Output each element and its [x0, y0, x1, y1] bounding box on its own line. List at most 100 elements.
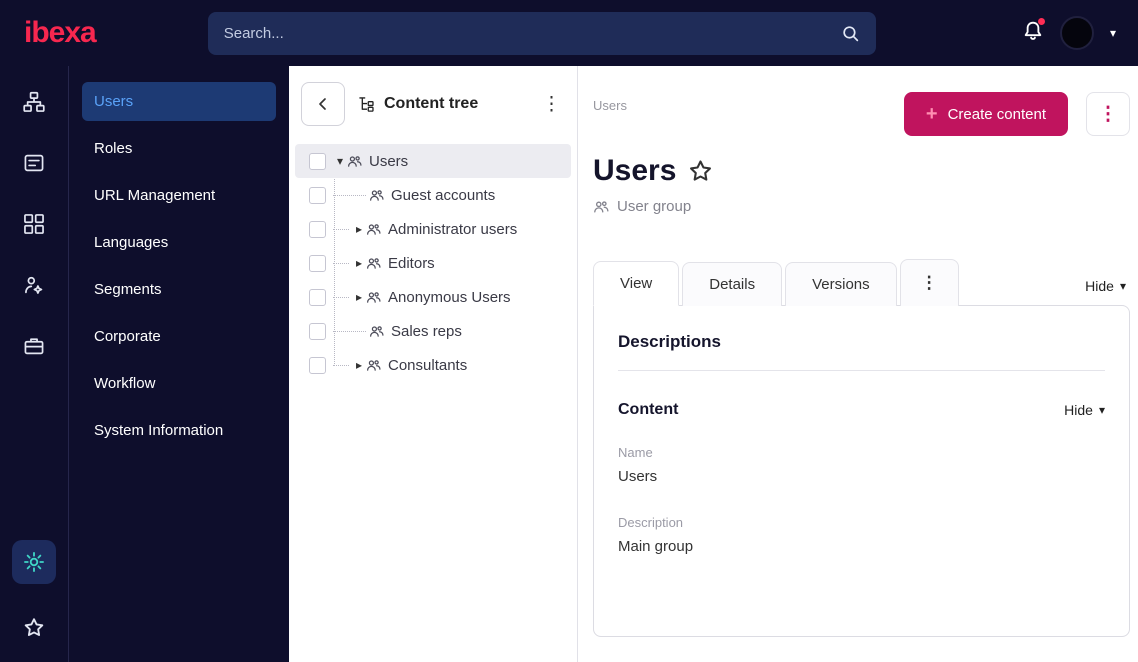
tree-item-label[interactable]: Anonymous Users: [388, 289, 511, 306]
tree-connector: [333, 194, 366, 196]
hide-tabs-link[interactable]: Hide ▾: [1085, 278, 1130, 306]
tree-item-anonymous-users[interactable]: ▸ Anonymous Users: [295, 280, 571, 314]
hide-label: Hide: [1085, 278, 1114, 294]
checkbox[interactable]: [309, 322, 326, 340]
breadcrumb[interactable]: Users: [593, 92, 627, 113]
caret-down-icon[interactable]: ▾: [333, 154, 347, 168]
sidebar-item-workflow[interactable]: Workflow: [82, 364, 276, 403]
content-tree-list: ▾ Users Guest accounts ▸ Administrator u…: [289, 144, 577, 382]
caret-right-icon[interactable]: ▸: [352, 290, 366, 304]
tree-item-label[interactable]: Editors: [388, 255, 435, 272]
user-group-icon: [366, 290, 381, 305]
checkbox[interactable]: [309, 254, 326, 272]
personalization-icon[interactable]: [12, 263, 56, 307]
caret-down-icon: ▾: [1119, 279, 1126, 293]
tab-versions[interactable]: Versions: [785, 262, 897, 306]
field-description: Description Main group: [618, 515, 1105, 555]
main-header: Users + Create content ⋮: [593, 92, 1130, 136]
tree-connector: [333, 296, 349, 298]
toolbox-icon[interactable]: [12, 324, 56, 368]
tree-icon: [359, 96, 376, 113]
tree-item-label[interactable]: Users: [369, 153, 408, 170]
title-row: Users: [593, 154, 1130, 188]
checkbox[interactable]: [309, 220, 326, 238]
chevron-left-icon: [314, 95, 332, 113]
icon-rail: [0, 66, 69, 662]
sidebar-item-roles[interactable]: Roles: [82, 129, 276, 168]
checkbox[interactable]: [309, 186, 326, 204]
content-type-subtitle: User group: [593, 198, 1130, 215]
caret-right-icon[interactable]: ▸: [352, 256, 366, 270]
user-group-icon: [347, 154, 362, 169]
search-icon[interactable]: [841, 24, 860, 43]
settings-gear-icon[interactable]: [12, 540, 56, 584]
tree-item-label[interactable]: Consultants: [388, 357, 467, 374]
user-group-icon: [366, 222, 381, 237]
sidebar-item-system-information[interactable]: System Information: [82, 411, 276, 450]
user-avatar[interactable]: [1059, 16, 1094, 50]
blocks-icon[interactable]: [12, 202, 56, 246]
content-tree-title: Content tree: [359, 95, 478, 113]
sidebar-item-users[interactable]: Users: [82, 82, 276, 121]
tree-connector: [333, 330, 366, 332]
plus-icon: +: [925, 103, 938, 125]
top-bar: ibexa ▾: [0, 0, 1138, 66]
ibexa-logo[interactable]: ibexa: [24, 16, 97, 50]
hide-section-link[interactable]: Hide ▾: [1064, 402, 1105, 418]
content-structure-icon[interactable]: [12, 80, 56, 124]
caret-right-icon[interactable]: ▸: [352, 358, 366, 372]
caret-right-icon[interactable]: ▸: [352, 222, 366, 236]
header-actions: + Create content ⋮: [903, 92, 1130, 136]
hide-label: Hide: [1064, 402, 1093, 418]
favorite-star-icon[interactable]: [688, 159, 713, 184]
sidebar-item-segments[interactable]: Segments: [82, 270, 276, 309]
checkbox[interactable]: [309, 356, 326, 374]
user-group-icon: [369, 188, 384, 203]
tab-details[interactable]: Details: [682, 262, 783, 306]
notification-dot: [1037, 17, 1045, 25]
tree-item-users[interactable]: ▾ Users: [295, 144, 571, 178]
bookmarks-star-icon[interactable]: [12, 606, 56, 650]
tree-options-kebab-icon[interactable]: ⋮: [542, 95, 561, 114]
collapse-tree-button[interactable]: [301, 82, 345, 126]
user-group-icon: [366, 358, 381, 373]
sidebar-item-url-management[interactable]: URL Management: [82, 176, 276, 215]
content-tree-panel: Content tree ⋮ ▾ Users Guest accounts ▸: [289, 66, 578, 662]
field-value: Users: [618, 468, 658, 485]
content-type-label: User group: [617, 198, 692, 215]
tree-item-consultants[interactable]: ▸ Consultants: [295, 348, 571, 382]
search-input[interactable]: [223, 24, 841, 42]
content-tree-header: Content tree ⋮: [289, 66, 577, 144]
page-options-kebab-icon[interactable]: ⋮: [1086, 92, 1130, 136]
admin-sidebar: Users Roles URL Management Languages Seg…: [69, 66, 289, 662]
tree-item-editors[interactable]: ▸ Editors: [295, 246, 571, 280]
checkbox[interactable]: [309, 152, 326, 170]
user-group-icon: [593, 199, 609, 215]
tree-connector: [333, 262, 349, 264]
user-group-icon: [366, 256, 381, 271]
tree-item-sales-reps[interactable]: Sales reps: [295, 314, 571, 348]
main-content: Users + Create content ⋮ Users User grou…: [578, 66, 1138, 662]
descriptions-card: Descriptions Content Hide ▾ Name Users D…: [593, 305, 1130, 637]
user-menu-caret-icon[interactable]: ▾: [1110, 26, 1116, 40]
tree-item-administrator-users[interactable]: ▸ Administrator users: [295, 212, 571, 246]
notifications-bell-icon[interactable]: [1022, 17, 1045, 47]
create-content-label: Create content: [947, 105, 1046, 123]
tree-connector: [333, 228, 349, 230]
tree-item-guest-accounts[interactable]: Guest accounts: [295, 178, 571, 212]
tabs-more-kebab-icon[interactable]: ⋮: [899, 259, 959, 306]
field-label: Name: [618, 445, 653, 460]
tree-item-label[interactable]: Sales reps: [391, 323, 462, 340]
page-title: Users: [593, 154, 677, 187]
sidebar-item-languages[interactable]: Languages: [82, 223, 276, 262]
content-list-icon[interactable]: [12, 141, 56, 185]
tree-item-label[interactable]: Guest accounts: [391, 187, 495, 204]
descriptions-heading: Descriptions: [618, 332, 721, 351]
tree-connector: [333, 364, 349, 366]
checkbox[interactable]: [309, 288, 326, 306]
tab-view[interactable]: View: [593, 261, 680, 306]
tree-item-label[interactable]: Administrator users: [388, 221, 517, 238]
rail-bottom: [12, 540, 56, 650]
create-content-button[interactable]: + Create content: [903, 92, 1068, 136]
sidebar-item-corporate[interactable]: Corporate: [82, 317, 276, 356]
